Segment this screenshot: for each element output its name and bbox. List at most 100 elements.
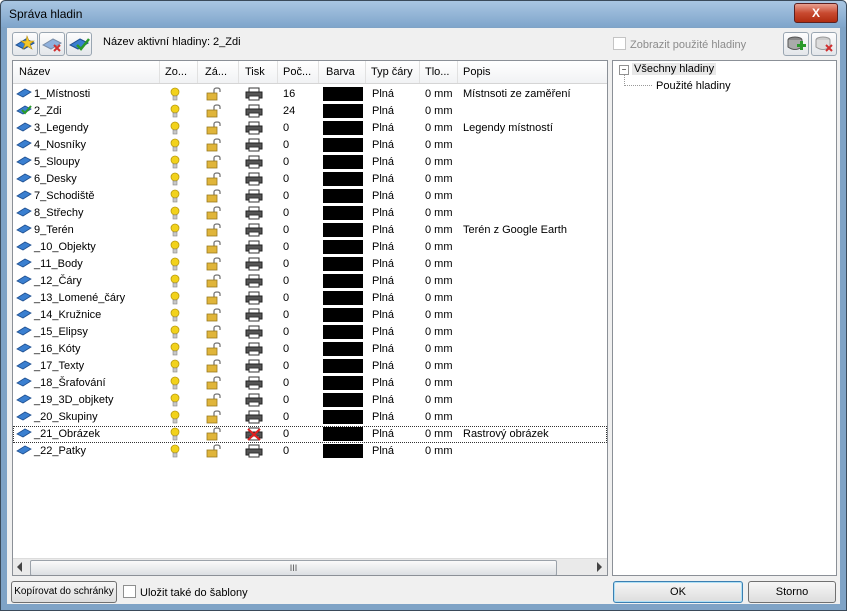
unlock-icon[interactable]	[206, 257, 222, 274]
color-swatch[interactable]	[323, 308, 363, 322]
color-swatch[interactable]	[323, 376, 363, 390]
column-header-count[interactable]: Poč...	[283, 66, 311, 78]
color-swatch[interactable]	[323, 87, 363, 101]
unlock-icon[interactable]	[206, 342, 222, 359]
printer-icon[interactable]	[245, 172, 263, 189]
unlock-icon[interactable]	[206, 308, 222, 325]
unlock-icon[interactable]	[206, 138, 222, 155]
color-swatch[interactable]	[323, 172, 363, 186]
table-row[interactable]: 1_Místnosti 16 Plná 0 mm Místnsoti ze zaměře…	[13, 86, 607, 103]
color-swatch[interactable]	[323, 121, 363, 135]
printer-icon[interactable]	[245, 138, 263, 155]
color-swatch[interactable]	[323, 274, 363, 288]
table-row[interactable]: _13_Lomené_čáry 0 Plná 0 mm	[13, 290, 607, 307]
table-row[interactable]: _18_Šrafování 0 Plná 0 mm	[13, 375, 607, 392]
color-swatch[interactable]	[323, 444, 363, 458]
visibility-bulb-icon[interactable]	[170, 121, 180, 138]
horizontal-scrollbar[interactable]: III	[13, 558, 607, 575]
color-swatch[interactable]	[323, 325, 363, 339]
column-header-thickness[interactable]: Tlo...	[425, 66, 449, 78]
tree-node-all-layers[interactable]: − Všechny hladiny	[619, 63, 717, 75]
table-row[interactable]: _22_Patky 0 Plná 0 mm	[13, 443, 607, 460]
color-swatch[interactable]	[323, 410, 363, 424]
save-to-template-checkbox[interactable]: Uložit také do šablony	[123, 585, 248, 599]
printer-icon[interactable]	[245, 206, 263, 223]
unlock-icon[interactable]	[206, 189, 222, 206]
table-row[interactable]: 4_Nosníky 0 Plná 0 mm	[13, 137, 607, 154]
visibility-bulb-icon[interactable]	[170, 308, 180, 325]
printer-icon[interactable]	[245, 393, 263, 410]
visibility-bulb-icon[interactable]	[170, 87, 180, 104]
printer-icon[interactable]	[245, 121, 263, 138]
color-swatch[interactable]	[323, 342, 363, 356]
scroll-right-arrow-icon[interactable]	[597, 562, 602, 572]
unlock-icon[interactable]	[206, 206, 222, 223]
color-swatch[interactable]	[323, 240, 363, 254]
remove-filter-button[interactable]	[811, 32, 837, 56]
unlock-icon[interactable]	[206, 223, 222, 240]
table-row[interactable]: _19_3D_objkety 0 Plná 0 mm	[13, 392, 607, 409]
column-header-linetype[interactable]: Typ čáry	[371, 66, 413, 78]
close-button[interactable]: X	[794, 3, 838, 23]
table-row[interactable]: _12_Čáry 0 Plná 0 mm	[13, 273, 607, 290]
layers-list[interactable]: Název Zo... Zá... Tisk Poč... Barva Typ …	[12, 60, 608, 576]
visibility-bulb-icon[interactable]	[170, 155, 180, 172]
visibility-bulb-icon[interactable]	[170, 291, 180, 308]
unlock-icon[interactable]	[206, 172, 222, 189]
printer-icon[interactable]	[245, 444, 263, 461]
ok-button[interactable]: OK	[613, 581, 743, 603]
printer-icon[interactable]	[245, 87, 263, 104]
printer-icon[interactable]	[245, 274, 263, 291]
visibility-bulb-icon[interactable]	[170, 274, 180, 291]
unlock-icon[interactable]	[206, 274, 222, 291]
printer-icon[interactable]	[245, 342, 263, 359]
color-swatch[interactable]	[323, 359, 363, 373]
show-used-layers-checkbox[interactable]: Zobrazit použité hladiny	[613, 37, 746, 51]
table-row[interactable]: 6_Desky 0 Plná 0 mm	[13, 171, 607, 188]
scroll-left-arrow-icon[interactable]	[17, 562, 22, 572]
scrollbar-thumb[interactable]: III	[30, 560, 557, 575]
add-filter-button[interactable]	[783, 32, 809, 56]
color-swatch[interactable]	[323, 155, 363, 169]
layer-filter-tree[interactable]: − Všechny hladiny Použité hladiny	[612, 60, 837, 576]
table-row[interactable]: 7_Schodiště 0 Plná 0 mm	[13, 188, 607, 205]
printer-icon[interactable]	[245, 104, 263, 121]
column-header-name[interactable]: Název	[19, 66, 50, 78]
visibility-bulb-icon[interactable]	[170, 444, 180, 461]
column-header-description[interactable]: Popis	[463, 66, 491, 78]
printer-icon[interactable]	[245, 308, 263, 325]
title-bar[interactable]: Správa hladin X	[1, 1, 846, 27]
visibility-bulb-icon[interactable]	[170, 376, 180, 393]
table-row[interactable]: _21_Obrázek 0 Plná 0 mm Rastrový obrázek	[13, 426, 607, 443]
visibility-bulb-icon[interactable]	[170, 325, 180, 342]
column-header-print[interactable]: Tisk	[245, 66, 265, 78]
unlock-icon[interactable]	[206, 87, 222, 104]
printer-icon[interactable]	[245, 410, 263, 427]
unlock-icon[interactable]	[206, 376, 222, 393]
visibility-bulb-icon[interactable]	[170, 240, 180, 257]
table-row[interactable]: _20_Skupiny 0 Plná 0 mm	[13, 409, 607, 426]
visibility-bulb-icon[interactable]	[170, 359, 180, 376]
visibility-bulb-icon[interactable]	[170, 342, 180, 359]
unlock-icon[interactable]	[206, 155, 222, 172]
visibility-bulb-icon[interactable]	[170, 410, 180, 427]
printer-icon[interactable]	[245, 189, 263, 206]
tree-node-used-layers[interactable]: Použité hladiny	[656, 80, 731, 92]
table-row[interactable]: _15_Elipsy 0 Plná 0 mm	[13, 324, 607, 341]
color-swatch[interactable]	[323, 393, 363, 407]
printer-icon[interactable]	[245, 223, 263, 240]
printer-icon[interactable]	[245, 359, 263, 376]
copy-to-clipboard-button[interactable]: Kopírovat do schránky	[11, 581, 117, 603]
color-swatch[interactable]	[323, 104, 363, 118]
table-row[interactable]: _11_Body 0 Plná 0 mm	[13, 256, 607, 273]
printer-icon[interactable]	[245, 257, 263, 274]
unlock-icon[interactable]	[206, 325, 222, 342]
table-row[interactable]: _14_Kružnice 0 Plná 0 mm	[13, 307, 607, 324]
visibility-bulb-icon[interactable]	[170, 189, 180, 206]
visibility-bulb-icon[interactable]	[170, 172, 180, 189]
column-header-locked[interactable]: Zá...	[205, 66, 227, 78]
visibility-bulb-icon[interactable]	[170, 223, 180, 240]
unlock-icon[interactable]	[206, 444, 222, 461]
visibility-bulb-icon[interactable]	[170, 427, 180, 444]
printer-icon[interactable]	[245, 291, 263, 308]
